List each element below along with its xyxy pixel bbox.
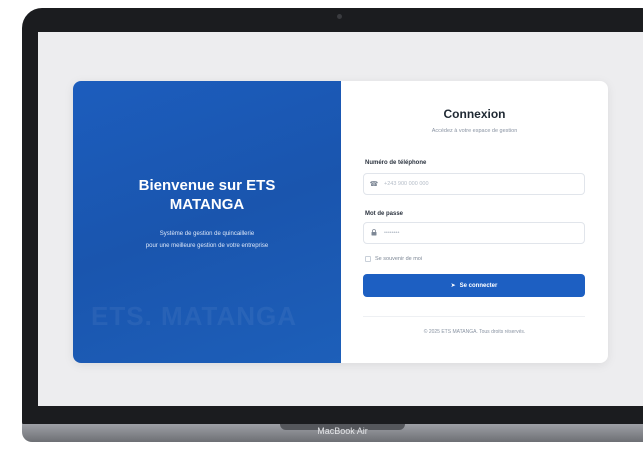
password-label: Mot de passe	[365, 211, 404, 217]
welcome-subtitle-line2: pour une meilleure gestion de votre entr…	[145, 243, 269, 249]
model-label: MacBook Air	[317, 426, 368, 436]
remember-me[interactable]: Se souvenir de moi	[365, 256, 422, 262]
screen: Bienvenue sur ETS MATANGA Système de ges…	[38, 32, 643, 406]
divider	[363, 316, 585, 317]
login-form: Connexion Accédez à votre espace de gest…	[341, 81, 608, 363]
welcome-title: Bienvenue sur ETS MATANGA	[138, 177, 276, 213]
form-title: Connexion	[443, 107, 506, 121]
password-input[interactable]	[384, 230, 574, 236]
login-icon: ➤	[450, 283, 456, 289]
phone-input[interactable]	[384, 181, 574, 187]
login-button-label: Se connecter	[459, 282, 498, 289]
welcome-subtitle-line1: Système de gestion de quincaillerie	[159, 231, 255, 237]
form-subtitle: Accédez à votre espace de gestion	[431, 128, 518, 134]
remember-checkbox[interactable]	[365, 256, 371, 262]
camera	[337, 14, 342, 19]
lock-icon	[364, 228, 384, 238]
password-field[interactable]	[363, 222, 585, 244]
phone-icon: ☎	[369, 181, 379, 188]
footer-copyright: © 2025 ETS MATANGA. Tous droits réservés…	[423, 329, 526, 335]
watermark: ETS. MATANGA	[91, 301, 298, 331]
welcome-subtitle: Système de gestion de quincaillerie pour…	[73, 228, 341, 252]
phone-field[interactable]: ☎	[363, 173, 585, 195]
phone-label: Numéro de téléphone	[365, 160, 427, 166]
login-button[interactable]: ➤ Se connecter	[363, 274, 585, 297]
welcome-panel: Bienvenue sur ETS MATANGA Système de ges…	[73, 81, 341, 363]
stage: Bienvenue sur ETS MATANGA Système de ges…	[0, 0, 643, 450]
login-card: Bienvenue sur ETS MATANGA Système de ges…	[73, 81, 608, 363]
remember-label: Se souvenir de moi	[375, 256, 423, 262]
